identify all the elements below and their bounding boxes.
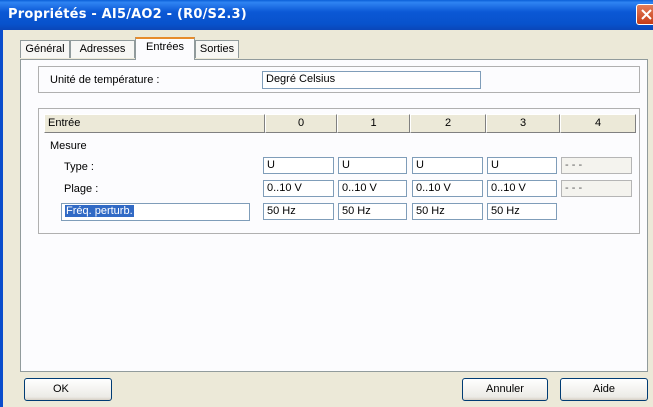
column-header-2: 2	[410, 114, 486, 133]
type-cell-4: - - -	[561, 157, 632, 174]
freq-cell-1[interactable]: 50 Hz	[338, 203, 407, 220]
close-button[interactable]	[636, 4, 653, 25]
freq-cell-0[interactable]: 50 Hz	[263, 203, 334, 220]
mesure-label: Mesure	[50, 140, 87, 152]
column-header-1: 1	[337, 114, 410, 133]
column-header-3: 3	[486, 114, 560, 133]
column-header-4: 4	[560, 114, 636, 133]
window-frame	[0, 30, 3, 407]
help-button[interactable]: Aide	[560, 378, 648, 401]
temperature-label: Unité de température :	[50, 74, 160, 86]
plage-cell-2[interactable]: 0..10 V	[412, 180, 483, 197]
window-title: Propriétés - AI5/AO2 - (R0/S2.3)	[8, 7, 247, 22]
type-cell-0[interactable]: U	[263, 157, 334, 174]
freq-perturb-field[interactable]: Fréq. perturb.	[61, 203, 250, 221]
cancel-button[interactable]: Annuler	[462, 378, 548, 401]
tab-sorties[interactable]: Sorties	[195, 40, 239, 58]
type-cell-3[interactable]: U	[487, 157, 557, 174]
plage-cell-4: - - -	[561, 180, 632, 197]
title-bar[interactable]: Propriétés - AI5/AO2 - (R0/S2.3)	[0, 0, 653, 30]
plage-cell-3[interactable]: 0..10 V	[487, 180, 557, 197]
close-icon	[641, 9, 652, 20]
temperature-unit-field[interactable]: Degré Celsius	[262, 71, 481, 89]
tab-entrees[interactable]: Entrées	[135, 37, 195, 60]
freq-perturb-label: Fréq. perturb.	[65, 205, 134, 217]
column-header-0: 0	[265, 114, 337, 133]
freq-cell-2[interactable]: 50 Hz	[412, 203, 483, 220]
plage-cell-1[interactable]: 0..10 V	[338, 180, 407, 197]
ok-button[interactable]: OK	[24, 378, 112, 401]
type-cell-1[interactable]: U	[338, 157, 407, 174]
freq-cell-3[interactable]: 50 Hz	[487, 203, 557, 220]
column-header-entree: Entrée	[44, 114, 265, 133]
tab-general[interactable]: Général	[20, 40, 70, 58]
type-cell-2[interactable]: U	[412, 157, 483, 174]
plage-label: Plage :	[64, 183, 99, 195]
tab-adresses[interactable]: Adresses	[70, 40, 135, 58]
plage-cell-0[interactable]: 0..10 V	[263, 180, 334, 197]
type-label: Type :	[64, 161, 94, 173]
